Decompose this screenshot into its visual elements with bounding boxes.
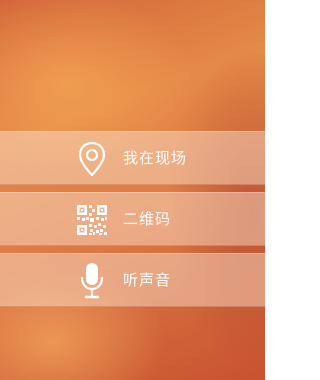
qr-code-icon — [76, 202, 108, 238]
location-pin-icon — [76, 141, 108, 177]
menu-item-label: 听声音 — [123, 271, 172, 289]
menu-item-label: 我在现场 — [123, 149, 188, 167]
menu-item-qr-code[interactable]: 二维码 — [0, 192, 265, 246]
menu-item-label: 二维码 — [123, 210, 172, 228]
menu-item-on-site[interactable]: 我在现场 — [0, 131, 265, 185]
menu-list: 我在现场 二维码 听声音 — [0, 131, 265, 314]
menu-item-listen-sound[interactable]: 听声音 — [0, 253, 265, 307]
microphone-icon — [76, 263, 108, 299]
